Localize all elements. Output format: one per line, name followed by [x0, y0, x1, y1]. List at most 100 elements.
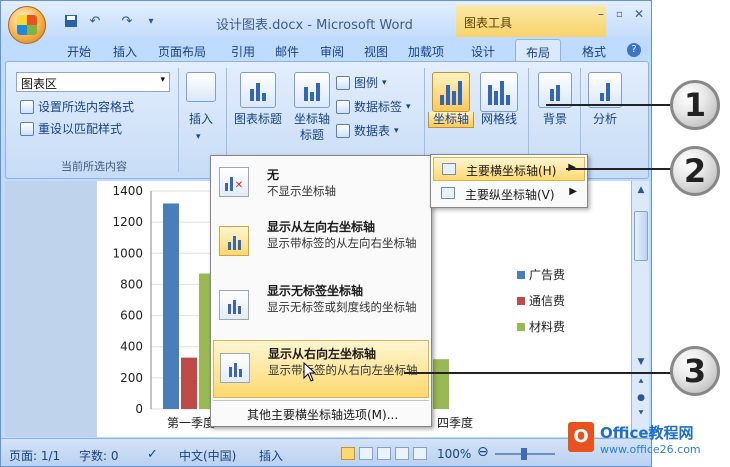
previous-page-icon[interactable]: ⯅ — [634, 377, 648, 387]
chart-elements-value: 图表区 — [21, 77, 58, 91]
office-logo-icon — [17, 15, 37, 35]
mouse-cursor-icon — [303, 362, 317, 382]
data-table-button[interactable]: 数据表 ▾ — [336, 122, 399, 139]
legend-button[interactable]: 图例 ▾ — [336, 74, 387, 91]
draft-view-icon[interactable] — [413, 447, 427, 460]
background-icon[interactable] — [538, 72, 572, 108]
word-count[interactable]: 字数: 0 — [79, 447, 119, 464]
reset-style-icon — [20, 121, 34, 136]
browse-object-icon[interactable]: ● — [634, 393, 648, 403]
chevron-right-icon: ▶ — [569, 186, 577, 197]
tab-review[interactable]: 审阅 — [320, 43, 344, 60]
tab-page-layout[interactable]: 页面布局 — [158, 43, 206, 60]
format-selection-button[interactable]: 设置所选内容格式 — [20, 98, 134, 115]
language-indicator[interactable]: 中文(中国) — [179, 447, 236, 464]
bar — [181, 357, 197, 409]
save-icon[interactable] — [63, 13, 79, 29]
tab-view[interactable]: 视图 — [364, 43, 388, 60]
insert-mode-indicator[interactable]: 插入 — [259, 447, 283, 464]
axis-titles-button-line2[interactable]: 标题 — [286, 128, 338, 143]
callout-3: 3 — [670, 346, 720, 396]
axis-titles-icon[interactable] — [294, 72, 330, 108]
y-tick-label: 600 — [120, 309, 143, 323]
zoom-level[interactable]: 100% — [437, 447, 471, 461]
callout-2: 2 — [670, 146, 720, 196]
undo-icon[interactable]: ↶ — [87, 13, 103, 29]
data-labels-button[interactable]: 数据标签 ▾ — [336, 98, 411, 115]
full-screen-view-icon[interactable] — [359, 447, 373, 460]
print-layout-view-icon[interactable] — [341, 447, 355, 460]
more-axis-options[interactable]: 其他主要横坐标轴选项(M)... — [247, 406, 398, 423]
tab-insert[interactable]: 插入 — [113, 43, 137, 60]
menu-item-right-to-left[interactable]: 显示从右向左坐标轴 显示带标签的从右向左坐标轴 — [213, 340, 429, 398]
no-labels-axis-icon — [219, 290, 249, 320]
y-tick-label: 1200 — [112, 215, 143, 229]
legend-swatch — [517, 271, 525, 279]
chevron-down-icon: ▾ — [196, 132, 201, 142]
web-layout-view-icon[interactable] — [377, 447, 391, 460]
y-tick-label: 0 — [135, 402, 143, 416]
office-logo-icon: O — [568, 422, 594, 452]
data-labels-label: 数据标签 — [354, 100, 403, 114]
scroll-thumb[interactable] — [634, 211, 648, 261]
customize-qat-icon[interactable]: ▾ — [143, 13, 159, 29]
zoom-slider-thumb[interactable] — [521, 448, 527, 460]
chart-title-icon[interactable] — [240, 72, 276, 108]
minimize-icon[interactable]: – — [598, 7, 604, 21]
submenu-primary-horizontal-axis[interactable]: 主要横坐标轴(H) ▶ — [433, 157, 585, 181]
maximize-icon[interactable]: ▫ — [616, 9, 623, 20]
axes-icon[interactable] — [432, 72, 470, 112]
zoom-out-icon[interactable]: ⊖ — [477, 444, 489, 460]
callout-leader-2 — [566, 168, 676, 170]
reset-style-button[interactable]: 重设以匹配样式 — [20, 120, 122, 137]
proofing-icon[interactable]: ✓ — [147, 447, 158, 462]
analysis-icon[interactable] — [588, 72, 622, 108]
analysis-button[interactable]: 分析 — [584, 112, 626, 127]
submenu-primary-vertical-axis[interactable]: 主要纵坐标轴(V) ▶ — [433, 182, 585, 206]
office-button[interactable] — [8, 6, 46, 44]
close-icon[interactable]: ✕ — [634, 7, 644, 21]
legend-label: 广告费 — [529, 268, 565, 282]
right-to-left-axis-icon — [220, 353, 250, 383]
callout-1: 1 — [670, 80, 720, 130]
tab-mailings[interactable]: 邮件 — [275, 43, 299, 60]
gridlines-button[interactable]: 网格线 — [474, 112, 524, 127]
background-button[interactable]: 背景 — [534, 112, 576, 127]
legend-label: 材料费 — [529, 320, 565, 334]
data-labels-icon — [336, 99, 350, 114]
chart-elements-select[interactable]: 图表区 ▾ — [16, 72, 170, 92]
scroll-down-icon[interactable]: ▼ — [634, 357, 648, 367]
axes-submenu: 主要横坐标轴(H) ▶ 主要纵坐标轴(V) ▶ — [430, 154, 588, 208]
tab-home[interactable]: 开始 — [67, 43, 91, 60]
tab-addins[interactable]: 加载项 — [408, 43, 444, 60]
legend-icon — [336, 75, 350, 90]
vertical-scrollbar[interactable]: ▲ ▼ ⯅ ● ⯆ — [631, 181, 649, 437]
chart-title-button[interactable]: 图表标题 — [230, 112, 286, 127]
scroll-up-icon[interactable]: ▲ — [634, 185, 648, 195]
x-tick-label: 四季度 — [437, 415, 473, 430]
menu-item-none[interactable]: ✕ 无 不显示坐标轴 — [213, 162, 429, 204]
tab-format[interactable]: 格式 — [582, 43, 606, 60]
insert-shapes-icon[interactable] — [186, 72, 216, 102]
menu-item-left-to-right[interactable]: 显示从左向右坐标轴 显示带标签的从左向右坐标轴 — [213, 214, 429, 272]
title-bar: ↶ ↷ ▾ 设计图表.docx - Microsoft Word 图表工具 – … — [1, 1, 651, 37]
no-axis-icon: ✕ — [219, 167, 249, 197]
redo-icon[interactable]: ↷ — [119, 13, 135, 29]
group-separator — [178, 68, 179, 172]
axes-button[interactable]: 坐标轴 — [428, 112, 474, 128]
insert-button-label[interactable]: 插入 — [186, 112, 216, 127]
tab-references[interactable]: 引用 — [231, 43, 255, 60]
help-icon[interactable]: ? — [627, 43, 641, 57]
outline-view-icon[interactable] — [395, 447, 409, 460]
menu-item-desc: 不显示坐标轴 — [267, 184, 336, 198]
left-to-right-axis-icon — [219, 226, 249, 256]
menu-item-no-labels[interactable]: 显示无标签坐标轴 显示无标签或刻度线的坐标轴 — [213, 278, 429, 336]
watermark: O Office教程网 www.office26.com — [560, 418, 730, 464]
chevron-down-icon: ▾ — [160, 75, 165, 85]
format-selection-label: 设置所选内容格式 — [38, 100, 135, 114]
axis-titles-button-line1[interactable]: 坐标轴 — [286, 112, 338, 127]
vertical-axis-icon — [441, 187, 455, 199]
page-count[interactable]: 页面: 1/1 — [9, 447, 60, 464]
tab-design[interactable]: 设计 — [471, 43, 495, 60]
gridlines-icon[interactable] — [480, 72, 518, 112]
